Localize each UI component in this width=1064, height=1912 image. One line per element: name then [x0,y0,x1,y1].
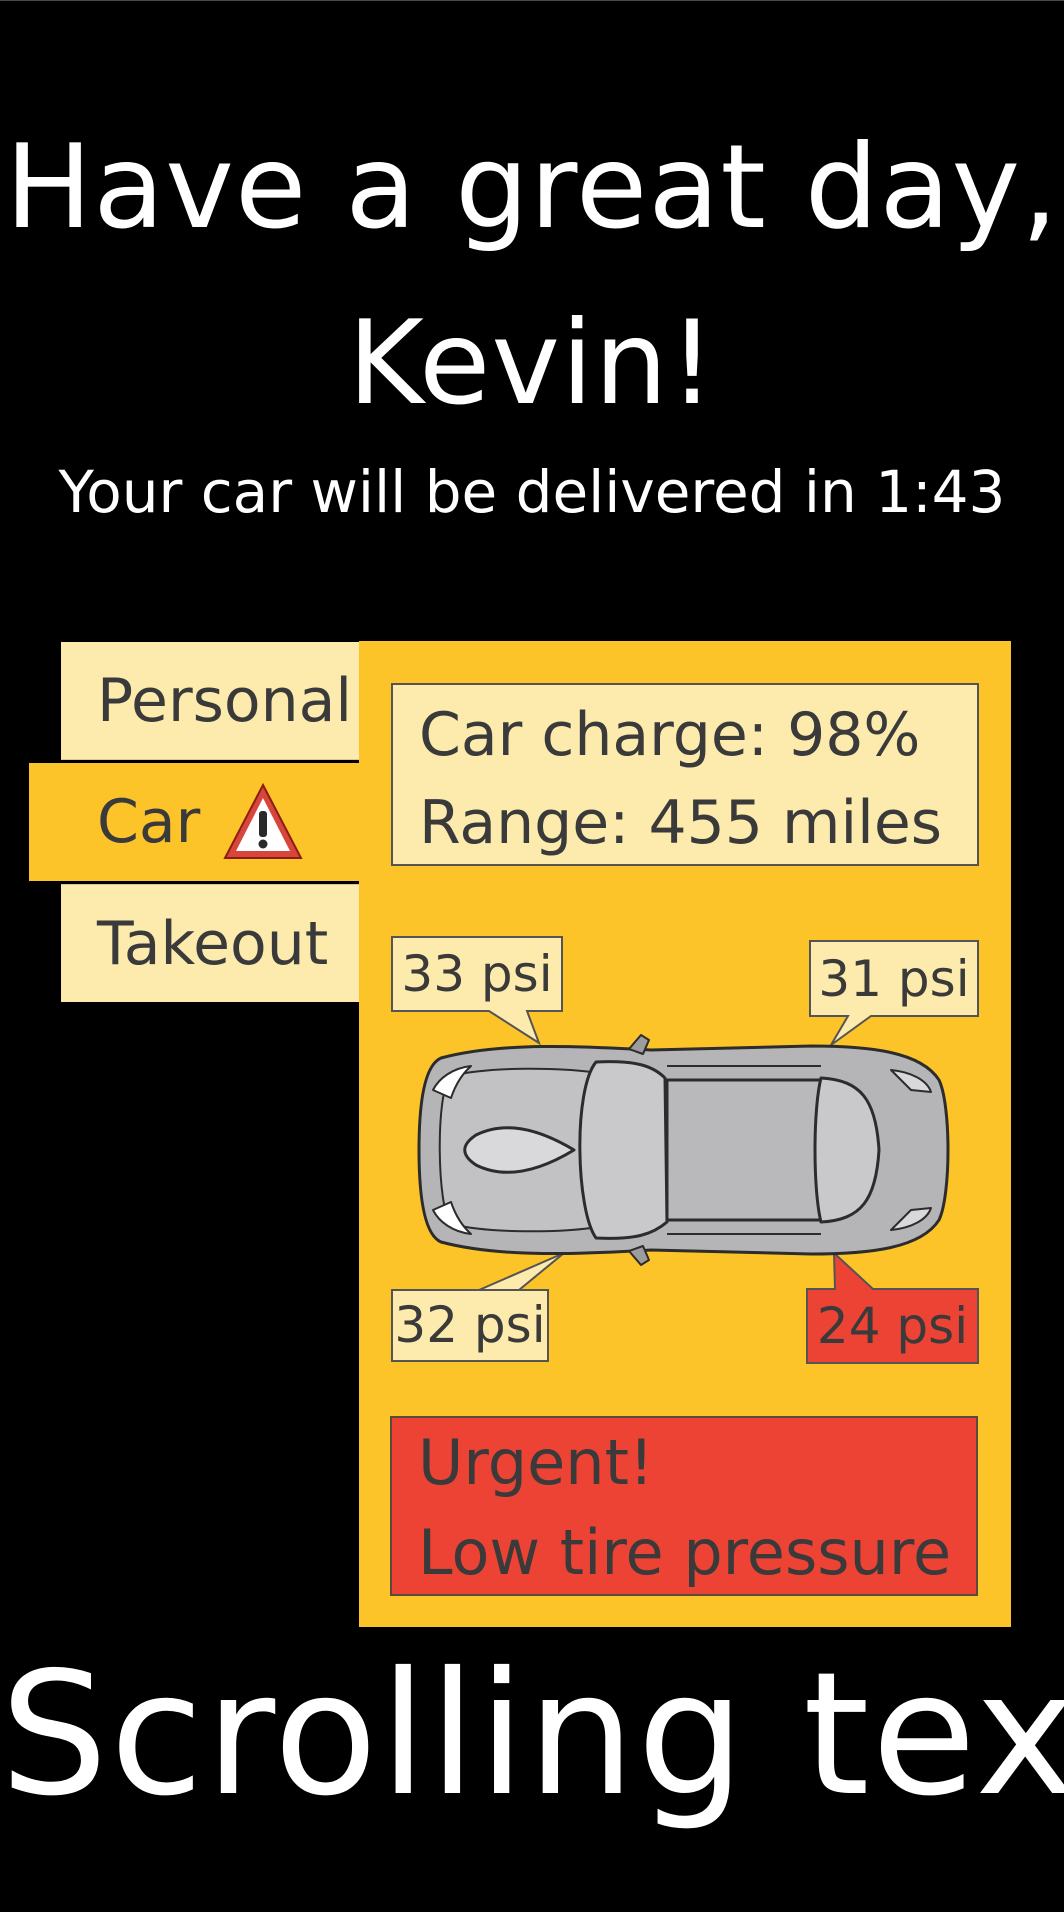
greeting-line-2: Kevin! [347,296,717,431]
tab-personal[interactable]: Personal [61,642,359,760]
greeting-line-1: Have a great day, [5,120,1059,255]
greeting-heading: Have a great day, Kevin! [0,100,1064,452]
tire-pressure-rear-right: 24 psi [816,1297,969,1355]
tire-pressure-rear-left: 32 psi [394,1296,546,1354]
warning-triangle-icon [222,781,304,863]
urgent-alert[interactable]: Urgent! Low tire pressure [390,1416,978,1596]
tab-takeout-label: Takeout [97,908,329,979]
top-divider [0,0,1064,1]
tab-takeout[interactable]: Takeout [61,884,359,1002]
delivery-countdown: Your car will be delivered in 1:43 [58,458,1006,526]
scrolling-ticker: Scrolling text [0,1640,1064,1834]
alert-message: Low tire pressure [418,1516,952,1589]
tab-car[interactable]: Car [29,763,359,881]
tire-pressure-front-left: 33 psi [401,945,553,1003]
car-status-box: Car charge: 98% Range: 455 miles [391,683,979,866]
car-charge-text: Car charge: 98% [419,700,921,770]
tire-pressure-front-right: 31 psi [818,950,970,1008]
tab-car-label: Car [97,787,201,857]
car-top-view-icon [417,1034,950,1266]
car-range-text: Range: 455 miles [419,788,943,858]
tab-personal-label: Personal [97,665,353,736]
alert-title: Urgent! [418,1426,654,1499]
